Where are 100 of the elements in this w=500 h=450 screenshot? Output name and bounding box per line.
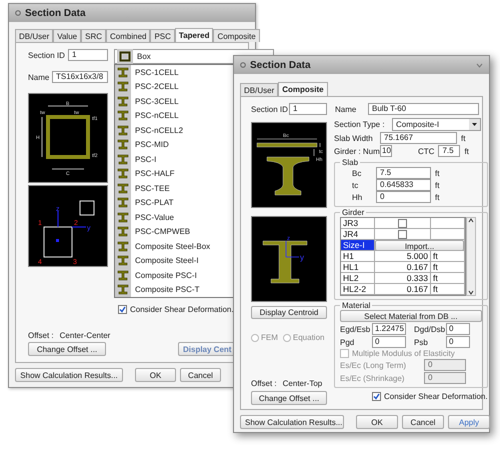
unit-label: ft [435,168,440,178]
tab[interactable]: Value [53,29,82,42]
list-item[interactable]: PSC-nCELL2 [115,123,235,138]
import-button[interactable]: Import... [375,240,464,250]
list-item[interactable]: PSC-TEE [115,181,235,196]
tab[interactable]: PSC [150,29,175,42]
tab[interactable]: Composite [213,29,260,42]
table-cell[interactable]: H1 [341,251,375,262]
table-cell: ft [431,251,465,262]
input-field[interactable]: Bulb T-60 [368,103,479,115]
section-shape-icon [117,124,129,136]
input-field[interactable]: 75.1667 [380,132,457,144]
dialog-button[interactable]: Cancel [402,415,444,429]
table-cell[interactable]: Size-I [341,240,375,251]
table-cell[interactable]: JR4 [341,229,375,240]
section-shape-icon [117,81,129,92]
field-label: Section Type : [334,120,384,129]
input-field[interactable]: 0 [372,336,406,348]
scrollbar[interactable] [466,217,476,296]
change-offset-button[interactable]: Change Offset ... [251,391,327,405]
section-shape-icon [117,66,129,78]
checkmark-icon [119,306,126,313]
change-offset-button[interactable]: Change Offset ... [28,342,106,356]
tab[interactable]: DB/User [240,83,278,96]
group-title: Girder [341,208,366,217]
tab[interactable]: Combined [106,29,150,42]
list-item[interactable]: PSC-CMPWEB [115,224,235,239]
list-item[interactable]: PSC-2CELL [115,80,235,94]
input-field[interactable]: 7.5 [438,145,460,157]
field-label: Section ID [251,104,285,114]
input-field[interactable]: 1 [68,49,108,61]
list-item[interactable]: PSC-PLAT [115,196,235,210]
composite-girder-drawing [256,138,320,196]
checkbox[interactable] [398,230,407,238]
radio-label: Equation [292,333,324,342]
centroid-drawing [262,240,308,284]
group-title: Material [341,301,372,310]
list-item[interactable]: Composite PSC-T [115,282,235,297]
unit-label: ft [464,146,469,156]
input-field[interactable]: 1 [289,103,327,115]
section-shape-icon [117,212,129,223]
table-cell[interactable]: HL1 [341,262,375,273]
scroll-down-icon [468,290,474,295]
window-title: Section Data [25,8,86,18]
table-cell: 0.167 [375,262,431,273]
field-label: Slab Width [334,134,374,142]
list-item[interactable]: PSC-nCELL [115,108,235,123]
table-cell[interactable]: HL2-2 [341,284,375,295]
tab[interactable]: Composite [278,82,328,96]
input-field[interactable]: 0 [446,323,470,335]
dialog-button[interactable]: Show Calculation Results... [15,368,123,382]
dialog-button[interactable]: Cancel [180,368,221,382]
table-cell: ft [431,262,465,273]
list-item[interactable]: Composite Steel-Box [115,239,235,254]
tab[interactable]: Tapered [174,28,214,42]
table-cell: 0.167 [375,284,431,295]
tab[interactable]: SRC [81,29,106,42]
section-shape-icon [117,226,129,238]
field-label: Pgd [340,338,356,346]
field-label: Name [335,104,358,114]
chevron-icon [476,62,483,68]
window-icon [240,62,246,68]
dialog-button[interactable]: OK [135,368,176,382]
checkbox[interactable] [372,392,381,401]
display-centroid-button[interactable]: Display Centroid [251,306,327,319]
table-cell: ft [431,273,465,284]
box-section-drawing [42,106,90,170]
input-field[interactable]: 0 [446,336,470,348]
tab[interactable]: DB/User [15,29,54,42]
section-shape-icon [117,139,129,150]
dialog-button[interactable]: Apply [448,415,490,429]
table-cell[interactable]: HL2 [341,273,375,284]
select-material-button[interactable]: Select Material from DB ... [340,310,482,322]
checkbox[interactable] [118,305,127,314]
unit-label: ft [435,192,440,202]
input-field[interactable]: 7.5 [376,167,431,179]
section-shape-icon [117,255,129,266]
checkbox-label: Consider Shear Deformation. [384,392,488,401]
dialog-button[interactable]: OK [356,415,398,429]
input-field[interactable]: TS16x16x3/8 [52,71,108,83]
input-field[interactable]: 1.22475 [372,323,406,335]
input-field[interactable]: 0.645833 [376,179,431,191]
axis-drawing [44,200,94,258]
list-item[interactable]: Composite Steel-I [115,254,235,268]
field-label: Psb [414,338,429,346]
list-item[interactable]: PSC-3CELL [115,94,235,108]
dialog-button[interactable]: Show Calculation Results... [240,415,344,429]
list-item[interactable]: PSC-MID [115,138,235,152]
input-field[interactable]: 10 [380,145,392,157]
table-cell: 0.333 [375,273,431,284]
list-item[interactable]: PSC-1CELL [115,65,235,80]
section-type-dropdown[interactable]: Composite-I [392,118,481,131]
list-item[interactable]: PSC-I [115,152,235,166]
list-item[interactable]: Composite PSC-I [115,268,235,282]
list-item[interactable]: PSC-Value [115,210,235,224]
input-field[interactable]: 0 [376,191,431,203]
table-cell: ft [431,284,465,295]
list-item[interactable]: PSC-HALF [115,166,235,181]
table-cell[interactable]: JR3 [341,218,375,229]
checkbox[interactable] [398,218,407,228]
